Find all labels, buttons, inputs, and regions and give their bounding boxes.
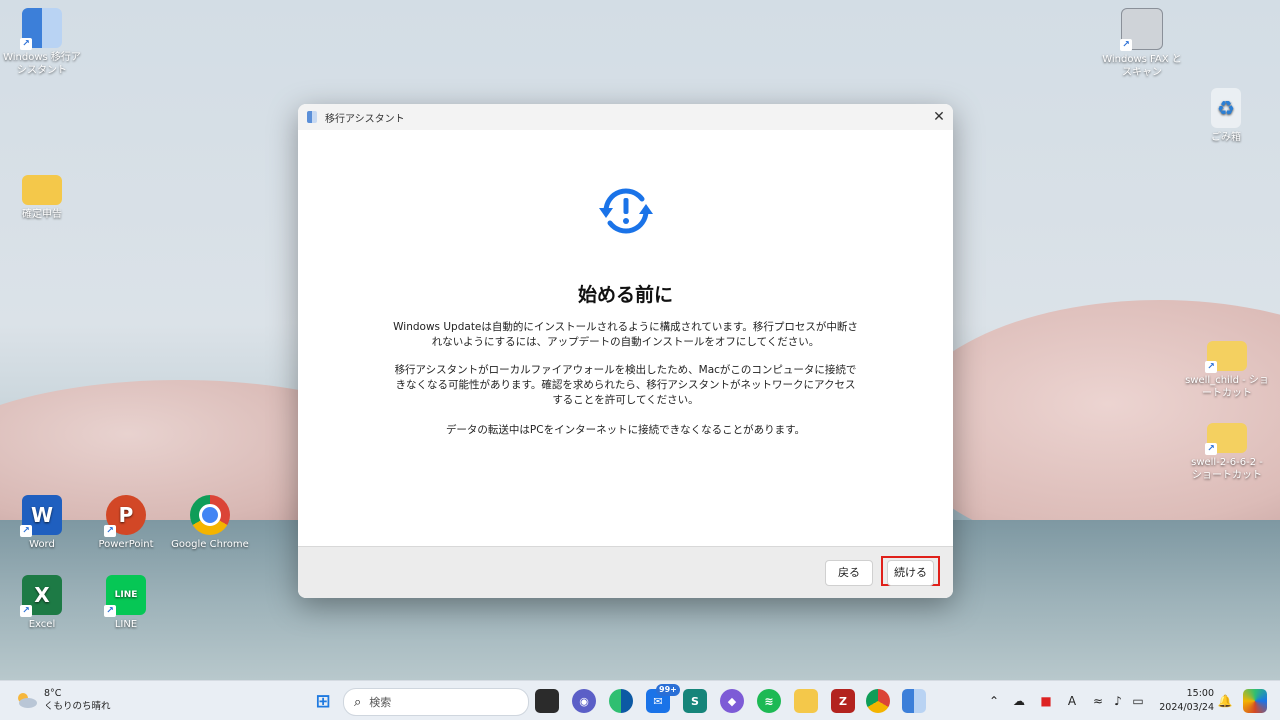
weather-condition: くもりのち晴れ: [44, 701, 111, 712]
edge-icon[interactable]: [609, 689, 633, 713]
desktop-icon-label: Word: [29, 539, 55, 550]
mail-badge: 99+: [656, 684, 680, 696]
powerpoint-icon: P ↗: [104, 495, 146, 537]
desktop-icon-migration-assistant[interactable]: ↗ Windows 移行アシスタント: [0, 8, 84, 77]
teams-icon[interactable]: ◉: [572, 689, 596, 713]
dialog-title: 移行アシスタント: [325, 113, 405, 125]
sync-warning-icon: [599, 188, 653, 234]
dialog-paragraph: 移行アシスタントがローカルファイアウォールを検出したため、Macがこのコンピュー…: [394, 364, 857, 406]
dialog-paragraph: データの転送中はPCをインターネットに接続できなくなることがあります。: [445, 424, 806, 436]
desktop-icon-label: swell-2-6-6-2 - ショートカット: [1191, 457, 1263, 481]
filezilla-icon[interactable]: Z: [831, 689, 855, 713]
desktop-icon-swell-child[interactable]: ↗ swell_child - ショートカット: [1185, 336, 1269, 400]
spotify-icon[interactable]: ≋: [757, 689, 781, 713]
desktop-icon-label: 確定申告: [22, 209, 62, 220]
back-button[interactable]: 戻る: [825, 560, 873, 586]
start-button[interactable]: ⊞: [311, 689, 335, 713]
desktop-icon-fax-scan[interactable]: ↗ Windows FAX とスキャン: [1100, 8, 1184, 79]
desktop-icon-label: Excel: [28, 619, 56, 630]
shortcut-arrow-icon: ↗: [104, 525, 116, 537]
excel-icon: X ↗: [20, 575, 62, 617]
chrome-icon: [190, 495, 230, 535]
desktop-icon-label: LINE: [114, 619, 138, 630]
desktop-icon-tax-folder[interactable]: 確定申告: [0, 170, 84, 221]
desktop-icon-label: ごみ箱: [1211, 132, 1241, 143]
taskbar: 8°C くもりのち晴れ ⊞ ⌕ 検索 ◉ ✉ 99+ S ◆ ≋ Z ⌃ ☁ ■…: [0, 680, 1280, 720]
volume-icon[interactable]: ♪: [1109, 692, 1127, 710]
desktop-icon-chrome[interactable]: Google Chrome: [168, 495, 252, 551]
sourcetree-icon[interactable]: S: [683, 689, 707, 713]
notification-bell-icon[interactable]: 🔔: [1216, 692, 1234, 710]
dialog-content: 始める前に Windows Updateは自動的にインストールされるように構成さ…: [298, 130, 953, 546]
desktop-icon-powerpoint[interactable]: P ↗ PowerPoint: [84, 495, 168, 551]
line-icon: LINE ↗: [104, 575, 146, 617]
chevron-up-icon[interactable]: ⌃: [985, 692, 1003, 710]
file-explorer-icon[interactable]: [794, 689, 818, 713]
app-tray-icon[interactable]: ■: [1037, 692, 1055, 710]
taskbar-search[interactable]: ⌕ 検索: [343, 688, 529, 716]
desktop-icon-label: PowerPoint: [98, 539, 154, 550]
search-icon: ⌕: [354, 694, 362, 710]
copilot-icon[interactable]: ◆: [720, 689, 744, 713]
dialog-heading: 始める前に: [577, 284, 673, 306]
migration-assistant-dialog: 移行アシスタント ✕ 始める前に Windows Updateは自動的にインスト…: [298, 104, 953, 598]
copilot-tray-icon[interactable]: [1243, 689, 1267, 713]
shortcut-arrow-icon: ↗: [1120, 39, 1132, 51]
task-view-icon[interactable]: [535, 689, 559, 713]
weather-widget[interactable]: 8°C くもりのち晴れ: [14, 687, 111, 713]
search-placeholder: 検索: [369, 696, 392, 709]
desktop-icon-label: Windows 移行アシスタント: [3, 52, 81, 76]
word-icon: W ↗: [20, 495, 62, 537]
migration-assistant-taskbar-icon[interactable]: [902, 689, 926, 713]
desktop-icon-swell-2662[interactable]: ↗ swell-2-6-6-2 - ショートカット: [1185, 418, 1269, 482]
migration-assistant-icon: [307, 111, 317, 123]
chrome-taskbar-icon[interactable]: [866, 689, 890, 713]
shortcut-arrow-icon: ↗: [1205, 361, 1217, 373]
shortcut-arrow-icon: ↗: [20, 605, 32, 617]
desktop-icon-label: Windows FAX とスキャン: [1102, 54, 1182, 78]
clock[interactable]: 15:00 2024/03/24: [1158, 687, 1214, 715]
folder-icon: ↗: [1205, 423, 1247, 455]
mail-icon[interactable]: ✉ 99+: [646, 684, 680, 713]
clock-date: 2024/03/24: [1159, 702, 1214, 713]
onedrive-icon[interactable]: ☁: [1010, 692, 1028, 710]
folder-icon: ↗: [1205, 341, 1247, 373]
ime-indicator[interactable]: A: [1063, 692, 1081, 710]
folder-icon: [22, 175, 62, 205]
finder-icon: ↗: [20, 8, 62, 50]
desktop-icon-label: swell_child - ショートカット: [1185, 375, 1269, 399]
clock-time: 15:00: [1186, 688, 1214, 699]
close-button[interactable]: ✕: [925, 104, 953, 130]
desktop-icon-label: Google Chrome: [171, 539, 249, 550]
desktop: ↗ Windows 移行アシスタント 確定申告 ↗ Windows FAX とス…: [0, 0, 1280, 720]
partly-cloudy-icon: [18, 693, 37, 708]
shortcut-arrow-icon: ↗: [1205, 443, 1217, 455]
printer-icon: ↗: [1120, 8, 1163, 51]
dialog-paragraph: Windows Updateは自動的にインストールされるように構成されています。…: [393, 321, 858, 348]
desktop-icon-line[interactable]: LINE ↗ LINE: [84, 575, 168, 631]
dialog-footer: 戻る 続ける: [298, 546, 953, 598]
continue-button[interactable]: 続ける: [887, 560, 934, 586]
shortcut-arrow-icon: ↗: [104, 605, 116, 617]
desktop-icon-recycle-bin[interactable]: ♻ ごみ箱: [1184, 88, 1268, 144]
desktop-icon-excel[interactable]: X ↗ Excel: [0, 575, 84, 631]
desktop-icon-word[interactable]: W ↗ Word: [0, 495, 84, 551]
wifi-icon[interactable]: ≈: [1089, 692, 1107, 710]
dialog-titlebar: 移行アシスタント ✕: [298, 104, 953, 130]
weather-temp: 8°C: [44, 688, 62, 699]
shortcut-arrow-icon: ↗: [20, 525, 32, 537]
battery-icon[interactable]: ▭: [1129, 692, 1147, 710]
recycle-bin-icon: ♻: [1211, 88, 1241, 128]
shortcut-arrow-icon: ↗: [20, 38, 32, 50]
